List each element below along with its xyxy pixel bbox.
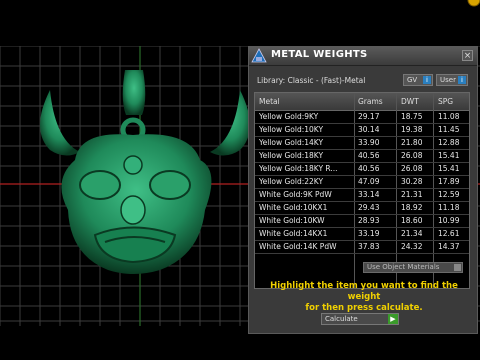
cell-spg: 15.41 (438, 164, 460, 173)
table-row[interactable]: White Gold:10KW 28.93 18.60 10.99 (255, 215, 469, 228)
cell-metal: Yellow Gold:9KY (259, 112, 319, 121)
close-icon[interactable]: × (462, 50, 473, 61)
info-icon: i (458, 76, 466, 84)
cell-metal: Yellow Gold:22KY (259, 177, 324, 186)
coin-icon (467, 0, 480, 7)
cell-spg: 11.45 (438, 125, 460, 134)
message-line-1: Highlight the item you want to find the … (270, 281, 458, 302)
metal-table[interactable]: Metal Grams DWT SPG Yellow Gold:9KY 29.1… (254, 92, 470, 289)
cell-spg: 10.99 (438, 216, 460, 225)
cell-spg: 17.89 (438, 177, 460, 186)
table-row[interactable]: Yellow Gold:10KY 30.14 19.38 11.45 (255, 124, 469, 137)
cell-grams: 29.17 (358, 112, 380, 121)
cell-dwt: 18.75 (401, 112, 423, 121)
panel-titlebar[interactable]: METAL WEIGHTS × (249, 47, 477, 66)
cell-dwt: 21.34 (401, 229, 423, 238)
metal-weights-icon (251, 48, 267, 63)
table-row[interactable]: White Gold:14K PdW 37.83 24.32 14.37 (255, 241, 469, 254)
header-dwt[interactable]: DWT (401, 97, 419, 106)
cell-metal: White Gold:9K PdW (259, 190, 332, 199)
play-icon: ▶ (388, 314, 398, 324)
cell-grams: 47.09 (358, 177, 380, 186)
table-row[interactable]: Yellow Gold:14KY 33.90 21.80 12.88 (255, 137, 469, 150)
info-icon: i (423, 76, 431, 84)
top-bar (0, 0, 480, 20)
calculate-label: Calculate (325, 315, 358, 323)
cell-spg: 15.41 (438, 151, 460, 160)
cell-spg: 14.37 (438, 242, 460, 251)
user-button[interactable]: User i (436, 74, 468, 86)
calculate-button[interactable]: Calculate ▶ (321, 313, 399, 325)
library-label: Library: Classic - (Fast)-Metal (257, 76, 366, 85)
cell-spg: 12.61 (438, 229, 460, 238)
gv-button[interactable]: GV i (403, 74, 433, 86)
table-row[interactable]: Yellow Gold:22KY 47.09 30.28 17.89 (255, 176, 469, 189)
cell-metal: Yellow Gold:18KY (259, 151, 324, 160)
header-grams[interactable]: Grams (358, 97, 383, 106)
header-spg[interactable]: SPG (438, 97, 453, 106)
cell-spg: 12.59 (438, 190, 460, 199)
cell-grams: 29.43 (358, 203, 380, 212)
header-metal[interactable]: Metal (259, 97, 280, 106)
cell-grams: 37.83 (358, 242, 380, 251)
cell-grams: 40.56 (358, 151, 380, 160)
table-row[interactable]: White Gold:10KX1 29.43 18.92 11.18 (255, 202, 469, 215)
cell-spg: 11.18 (438, 203, 460, 212)
cell-grams: 28.93 (358, 216, 380, 225)
table-row[interactable]: Yellow Gold:18KY R... 40.56 26.08 15.41 (255, 163, 469, 176)
cell-dwt: 30.28 (401, 177, 423, 186)
table-row[interactable]: White Gold:9K PdW 33.14 21.31 12.59 (255, 189, 469, 202)
cell-dwt: 24.32 (401, 242, 423, 251)
cell-dwt: 21.80 (401, 138, 423, 147)
cell-spg: 12.88 (438, 138, 460, 147)
dropdown-arrow-icon (454, 264, 461, 271)
table-row[interactable]: Yellow Gold:18KY 40.56 26.08 15.41 (255, 150, 469, 163)
cell-metal: White Gold:10KX1 (259, 203, 328, 212)
cell-dwt: 18.92 (401, 203, 423, 212)
gv-label: GV (407, 76, 418, 84)
cell-metal: Yellow Gold:18KY R... (259, 164, 338, 173)
cell-spg: 11.08 (438, 112, 460, 121)
cell-metal: Yellow Gold:10KY (259, 125, 324, 134)
dropdown-label: Use Object Materials (367, 263, 440, 271)
cell-dwt: 18.60 (401, 216, 423, 225)
cell-metal: Yellow Gold:14KY (259, 138, 324, 147)
table-row[interactable]: White Gold:14KX1 33.19 21.34 12.61 (255, 228, 469, 241)
cell-metal: White Gold:10KW (259, 216, 325, 225)
cell-metal: White Gold:14K PdW (259, 242, 337, 251)
cell-grams: 33.14 (358, 190, 380, 199)
table-header: Metal Grams DWT SPG (255, 93, 469, 111)
cell-dwt: 21.31 (401, 190, 423, 199)
instruction-message: Highlight the item you want to find the … (258, 281, 470, 314)
demon-pendant-model[interactable] (30, 70, 260, 280)
cell-dwt: 26.08 (401, 151, 423, 160)
panel-title: METAL WEIGHTS (271, 49, 368, 60)
cell-grams: 33.90 (358, 138, 380, 147)
cell-grams: 33.19 (358, 229, 380, 238)
user-label: User (440, 76, 456, 84)
cell-grams: 40.56 (358, 164, 380, 173)
cell-grams: 30.14 (358, 125, 380, 134)
use-object-materials-dropdown[interactable]: Use Object Materials (363, 262, 463, 273)
cell-metal: White Gold:14KX1 (259, 229, 328, 238)
cell-dwt: 19.38 (401, 125, 423, 134)
cell-dwt: 26.08 (401, 164, 423, 173)
table-row[interactable]: Yellow Gold:9KY 29.17 18.75 11.08 (255, 111, 469, 124)
